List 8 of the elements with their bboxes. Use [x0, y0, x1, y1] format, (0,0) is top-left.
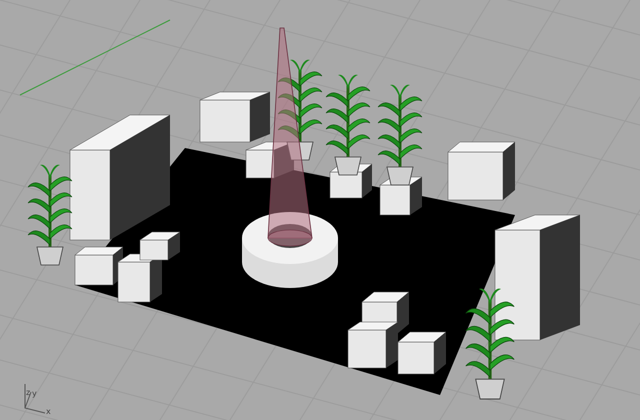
- block: [348, 322, 398, 368]
- axis-label: y: [32, 389, 37, 398]
- block: [74, 246, 124, 286]
- axis-icon: [24, 384, 46, 414]
- axis-label: x: [46, 407, 51, 416]
- block: [398, 332, 446, 374]
- block: [448, 142, 516, 200]
- axis-label: z: [26, 388, 30, 397]
